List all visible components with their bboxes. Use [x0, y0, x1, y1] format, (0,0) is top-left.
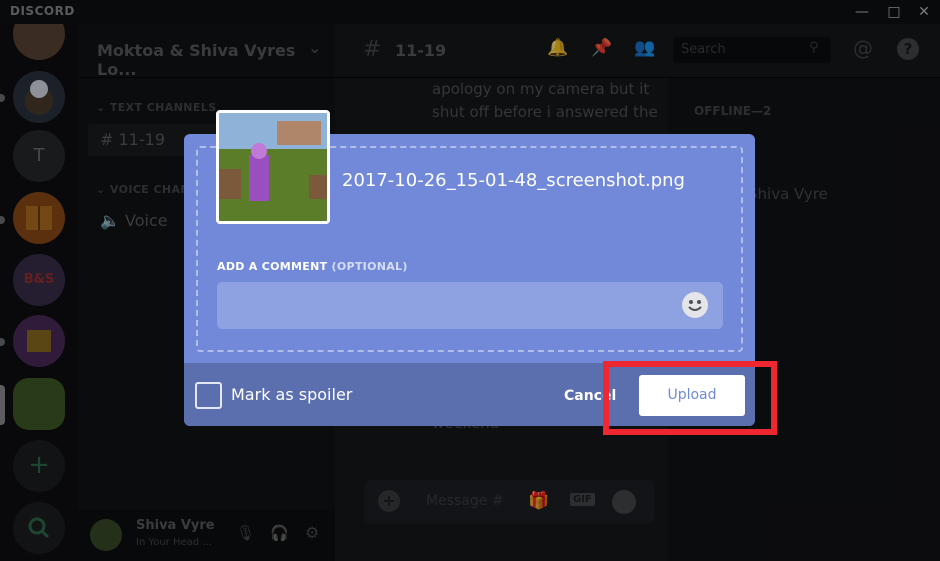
file-thumbnail [216, 110, 330, 224]
screenshot-preview-icon [219, 113, 327, 221]
comment-label: ADD A COMMENT (OPTIONAL) [217, 260, 408, 273]
emoji-icon[interactable] [682, 292, 708, 318]
smiley-icon [688, 300, 702, 311]
discord-app: DISCORD — □ ✕ T B&S + Moktoa & Shiva Vyr… [0, 0, 940, 561]
spoiler-checkbox[interactable] [195, 382, 222, 409]
comment-optional: (OPTIONAL) [331, 260, 408, 273]
file-name: 2017-10-26_15-01-48_screenshot.png [342, 170, 685, 191]
comment-label-text: ADD A COMMENT [217, 260, 328, 273]
spoiler-label[interactable]: Mark as spoiler [231, 385, 352, 404]
comment-input[interactable] [217, 282, 723, 329]
annotation-highlight-box [603, 361, 777, 435]
